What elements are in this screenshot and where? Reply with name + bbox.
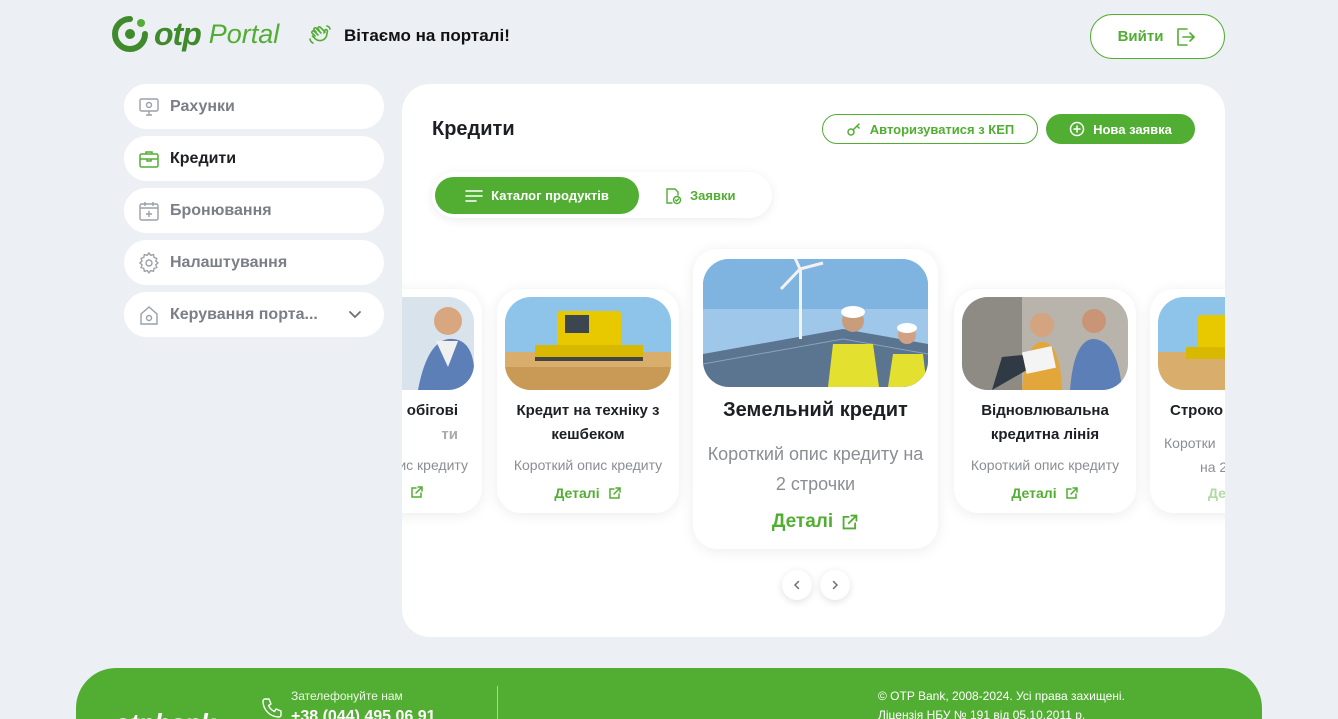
sidebar-item-label: Керування порта... xyxy=(170,305,318,323)
card-description: Короткий опис кредиту xyxy=(970,457,1120,473)
greeting: Вітаємо на порталі! xyxy=(308,24,510,48)
sidebar-item-portal-management[interactable]: Керування порта... xyxy=(124,292,384,337)
card-details-link[interactable]: Деталі xyxy=(693,511,938,533)
list-icon xyxy=(465,189,483,202)
business-meeting-image xyxy=(962,297,1128,390)
details-label: Де xyxy=(1208,485,1225,501)
card-details-link[interactable]: Деталі xyxy=(497,485,679,501)
external-link-icon xyxy=(1065,487,1078,499)
tab-label: Каталог продуктів xyxy=(491,188,609,203)
monitor-icon xyxy=(139,97,159,116)
sidebar-item-booking[interactable]: Бронювання xyxy=(124,188,384,233)
waving-hand-icon xyxy=(309,25,331,44)
details-label: Деталі xyxy=(554,485,600,501)
sidebar-item-label: Бронювання xyxy=(170,201,272,219)
card-description-line: на 2 xyxy=(1200,459,1225,475)
sidebar-item-accounts[interactable]: Рахунки xyxy=(124,84,384,129)
phone-number-link[interactable]: +38 (044) 495 06 91 xyxy=(291,708,436,719)
otp-portal-logo[interactable]: otp Portal xyxy=(112,16,279,52)
external-link-icon xyxy=(608,487,621,499)
details-label: Деталі xyxy=(1011,485,1057,501)
footer: otpbank Зателефонуйте нам +38 (044) 495 … xyxy=(76,668,1262,719)
credit-card-working-capital[interactable]: обігові ти ис кредиту xyxy=(402,289,482,513)
chevron-down-icon[interactable] xyxy=(346,305,364,323)
logout-button[interactable]: Вийти xyxy=(1090,14,1225,59)
sidebar-item-credits[interactable]: Кредити xyxy=(124,136,384,181)
footer-divider xyxy=(497,686,498,719)
tab-label: Заявки xyxy=(690,188,736,203)
card-description-line: Коротки xyxy=(1164,435,1216,451)
business-handshake-image xyxy=(402,297,474,390)
card-title-line: обігові xyxy=(406,402,458,419)
card-title-line: ти xyxy=(441,426,458,443)
harvester-field-image xyxy=(1158,297,1225,390)
external-link-icon xyxy=(411,486,423,498)
combine-harvester-image xyxy=(505,297,671,390)
greeting-text: Вітаємо на порталі! xyxy=(344,26,510,45)
credit-card-land[interactable]: Земельний кредит Короткий опис кредиту н… xyxy=(693,249,938,549)
sidebar-item-label: Рахунки xyxy=(170,97,235,115)
card-details-link[interactable] xyxy=(402,485,482,499)
logout-label: Вийти xyxy=(1117,28,1164,45)
credit-card-equipment-cashback[interactable]: Кредит на техніку з кешбеком Короткий оп… xyxy=(497,289,679,513)
page-title: Кредити xyxy=(432,118,515,140)
sidebar-item-settings[interactable]: Налаштування xyxy=(124,240,384,285)
new-request-button[interactable]: Нова заявка xyxy=(1046,114,1195,144)
call-us-label: Зателефонуйте нам xyxy=(291,689,403,703)
briefcase-icon xyxy=(139,150,159,168)
document-check-icon xyxy=(666,187,682,204)
house-gear-icon xyxy=(140,305,158,325)
phone-icon xyxy=(262,698,282,718)
logo-portal-text: Portal xyxy=(208,19,280,49)
carousel-controls xyxy=(782,570,850,600)
kep-auth-button[interactable]: Авторизуватися з КЕП xyxy=(822,114,1038,144)
logout-icon xyxy=(1177,27,1196,46)
new-request-label: Нова заявка xyxy=(1093,121,1172,137)
tab-product-catalog[interactable]: Каталог продуктів xyxy=(435,177,639,214)
card-description: ис кредиту xyxy=(402,457,468,473)
card-title: Строко xyxy=(1170,402,1223,419)
sidebar-item-label: Кредити xyxy=(170,149,237,167)
wind-turbine-workers-image xyxy=(703,259,928,387)
sidebar-nav: Рахунки Кредити Бронювання Налаштування … xyxy=(124,84,384,344)
carousel-prev-button[interactable] xyxy=(782,570,812,600)
chevron-right-icon xyxy=(832,580,839,590)
external-link-icon xyxy=(842,514,858,530)
card-description: Короткий опис кредиту xyxy=(513,457,663,473)
key-icon xyxy=(846,123,860,136)
copyright-text: © OTP Bank, 2008-2024. Усі права захищен… xyxy=(878,689,1125,703)
calendar-icon xyxy=(139,201,159,221)
gear-icon xyxy=(138,251,159,274)
card-title: Кредит на техніку з кешбеком xyxy=(516,402,660,443)
license-text: Ліцензія НБУ № 191 від 05.10.2011 р. xyxy=(878,708,1086,719)
card-details-link[interactable]: Деталі xyxy=(954,485,1136,501)
logo-text: otp xyxy=(154,16,202,52)
tab-requests[interactable]: Заявки xyxy=(664,177,735,214)
chevron-left-icon xyxy=(793,580,800,590)
card-description: Короткий опис кредиту на 2 строчки xyxy=(707,444,924,494)
credit-card-revolving-line[interactable]: Відновлювальна кредитна лінія Короткий о… xyxy=(954,289,1136,513)
plus-circle-icon xyxy=(1069,121,1085,137)
credits-panel: Кредити Авторизуватися з КЕП Нова заявка… xyxy=(402,84,1225,637)
tabs: Каталог продуктів Заявки xyxy=(432,172,772,218)
sidebar-item-label: Налаштування xyxy=(170,253,288,271)
otp-logo-icon xyxy=(112,16,148,52)
carousel-next-button[interactable] xyxy=(820,570,850,600)
kep-auth-label: Авторизуватися з КЕП xyxy=(869,121,1015,137)
card-title: Відновлювальна кредитна лінія xyxy=(981,402,1109,443)
footer-logo: otpbank xyxy=(114,708,215,719)
card-details-link[interactable]: Де xyxy=(1150,485,1225,501)
card-title: Земельний кредит xyxy=(723,399,908,421)
details-label: Деталі xyxy=(771,511,834,532)
credit-card-term[interactable]: Строко Коротки на 2 Де xyxy=(1150,289,1225,513)
